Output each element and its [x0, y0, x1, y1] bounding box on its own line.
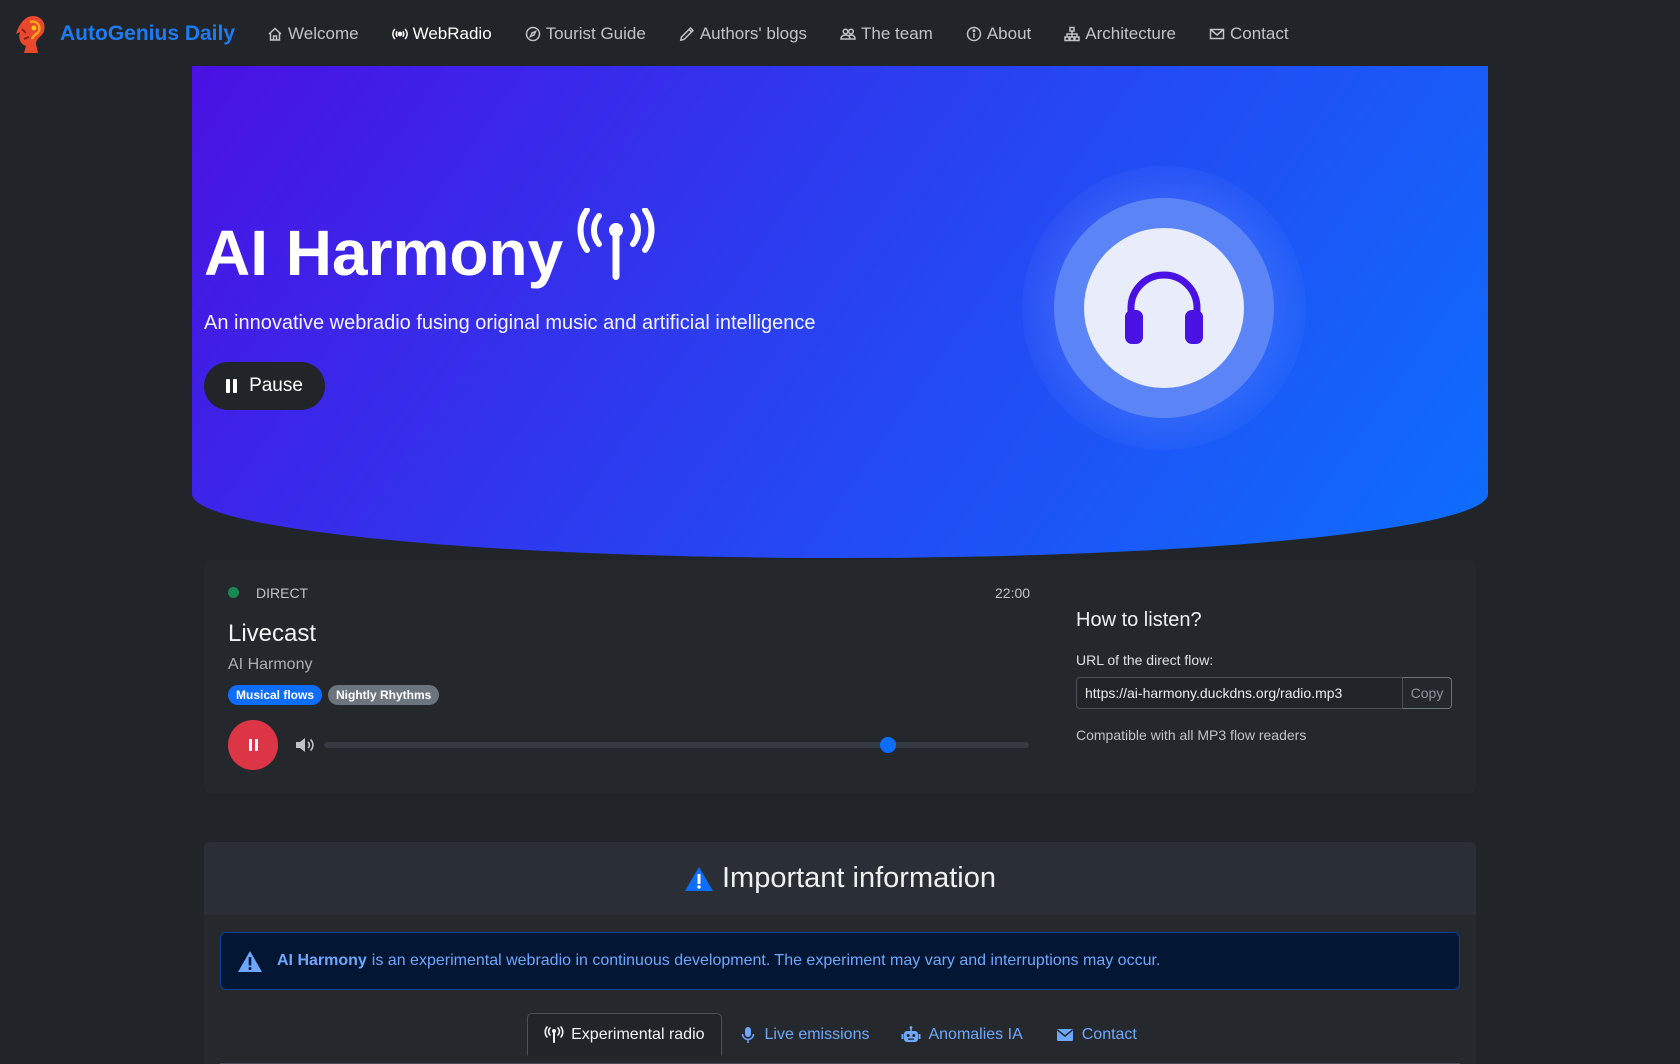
robot-icon: [901, 1025, 921, 1042]
tab-contact[interactable]: Contact: [1039, 1013, 1153, 1056]
show-title: Livecast: [228, 620, 317, 647]
compass-icon: [525, 26, 540, 42]
nav-item-webradio[interactable]: WebRadio: [391, 24, 492, 44]
info-circle-icon: [966, 26, 982, 42]
pause-icon: [226, 379, 240, 393]
volume-slider[interactable]: [324, 737, 1029, 753]
live-indicator: [228, 587, 239, 598]
broadcast-icon: [544, 1025, 564, 1043]
hero-subtitle: An innovative webradio fusing original m…: [204, 312, 816, 334]
brand[interactable]: AutoGenius Daily: [14, 13, 235, 55]
tag-badge: Musical flows: [228, 685, 323, 705]
broadcast-icon: [391, 28, 408, 40]
hero-banner: AI Harmony An innovative webradio fusing…: [192, 66, 1488, 558]
experimental-alert: AI Harmony is an experimental webradio i…: [220, 932, 1460, 990]
envelope-icon: [1056, 1028, 1073, 1041]
volume-icon[interactable]: [294, 735, 316, 755]
player-card: DIRECT 22:00 Livecast AI Harmony Musical…: [204, 560, 1476, 794]
mic-icon: [741, 1026, 754, 1043]
stream-url-field[interactable]: https://ai-harmony.duckdns.org/radio.mp3: [1076, 677, 1403, 709]
url-label: URL of the direct flow:: [1076, 652, 1214, 668]
nav-item-architecture[interactable]: Architecture: [1064, 24, 1176, 44]
warning-icon: [238, 950, 262, 972]
stream-url-group: https://ai-harmony.duckdns.org/radio.mp3…: [1076, 677, 1452, 709]
info-header: Important information: [204, 842, 1476, 915]
tag-badge: Nightly Rhythms: [328, 685, 440, 705]
nav-item-about[interactable]: About: [966, 24, 1031, 44]
info-title: Important information: [721, 862, 996, 894]
people-icon: [840, 28, 856, 40]
nav-item-authors-blogs[interactable]: Authors' blogs: [679, 24, 807, 44]
alert-bold: AI Harmony: [277, 952, 367, 969]
volume-slider-thumb[interactable]: [880, 737, 896, 753]
tab-experimental-radio[interactable]: Experimental radio: [527, 1013, 722, 1056]
headphones-icon: [1125, 271, 1203, 344]
diagram-icon: [1064, 26, 1081, 42]
pencil-icon: [679, 26, 694, 42]
play-pause-button[interactable]: [228, 720, 278, 770]
show-artist: AI Harmony: [228, 656, 313, 673]
compatibility-note: Compatible with all MP3 flow readers: [1076, 727, 1307, 743]
navbar: AutoGenius Daily Welcome WebRadio Touris…: [0, 0, 1680, 68]
tab-live-emissions[interactable]: Live emissions: [722, 1013, 886, 1056]
warning-icon: [684, 866, 713, 891]
main-nav: Welcome WebRadio Tourist Guide Authors' …: [267, 24, 1322, 44]
hero-title: AI Harmony: [204, 208, 659, 290]
broadcast-time: 22:00: [995, 585, 1031, 601]
info-panel: Important information AI Harmony is an e…: [204, 842, 1476, 1064]
hero-disc: [1084, 228, 1244, 388]
broadcast-icon: [577, 208, 655, 280]
tab-anomalies-ia[interactable]: Anomalies IA: [885, 1013, 1038, 1056]
listen-title: How to listen?: [1076, 609, 1202, 631]
hero-pause-button[interactable]: Pause: [204, 362, 325, 410]
nav-item-contact[interactable]: Contact: [1209, 24, 1289, 44]
envelope-icon: [1209, 28, 1225, 40]
info-tabs: Experimental radio Live emissions Anomal…: [220, 1012, 1460, 1064]
brand-name: AutoGenius Daily: [60, 22, 236, 45]
nav-item-welcome[interactable]: Welcome: [267, 24, 359, 44]
alert-text: is an experimental webradio in continuou…: [371, 952, 1161, 969]
live-status: DIRECT: [256, 585, 309, 601]
nav-item-tourist-guide[interactable]: Tourist Guide: [525, 24, 646, 44]
pause-icon: [247, 739, 259, 751]
house-icon: [268, 27, 282, 41]
brand-logo-icon: [16, 15, 45, 54]
nav-item-the-team[interactable]: The team: [840, 24, 933, 44]
copy-button[interactable]: Copy: [1403, 677, 1452, 709]
